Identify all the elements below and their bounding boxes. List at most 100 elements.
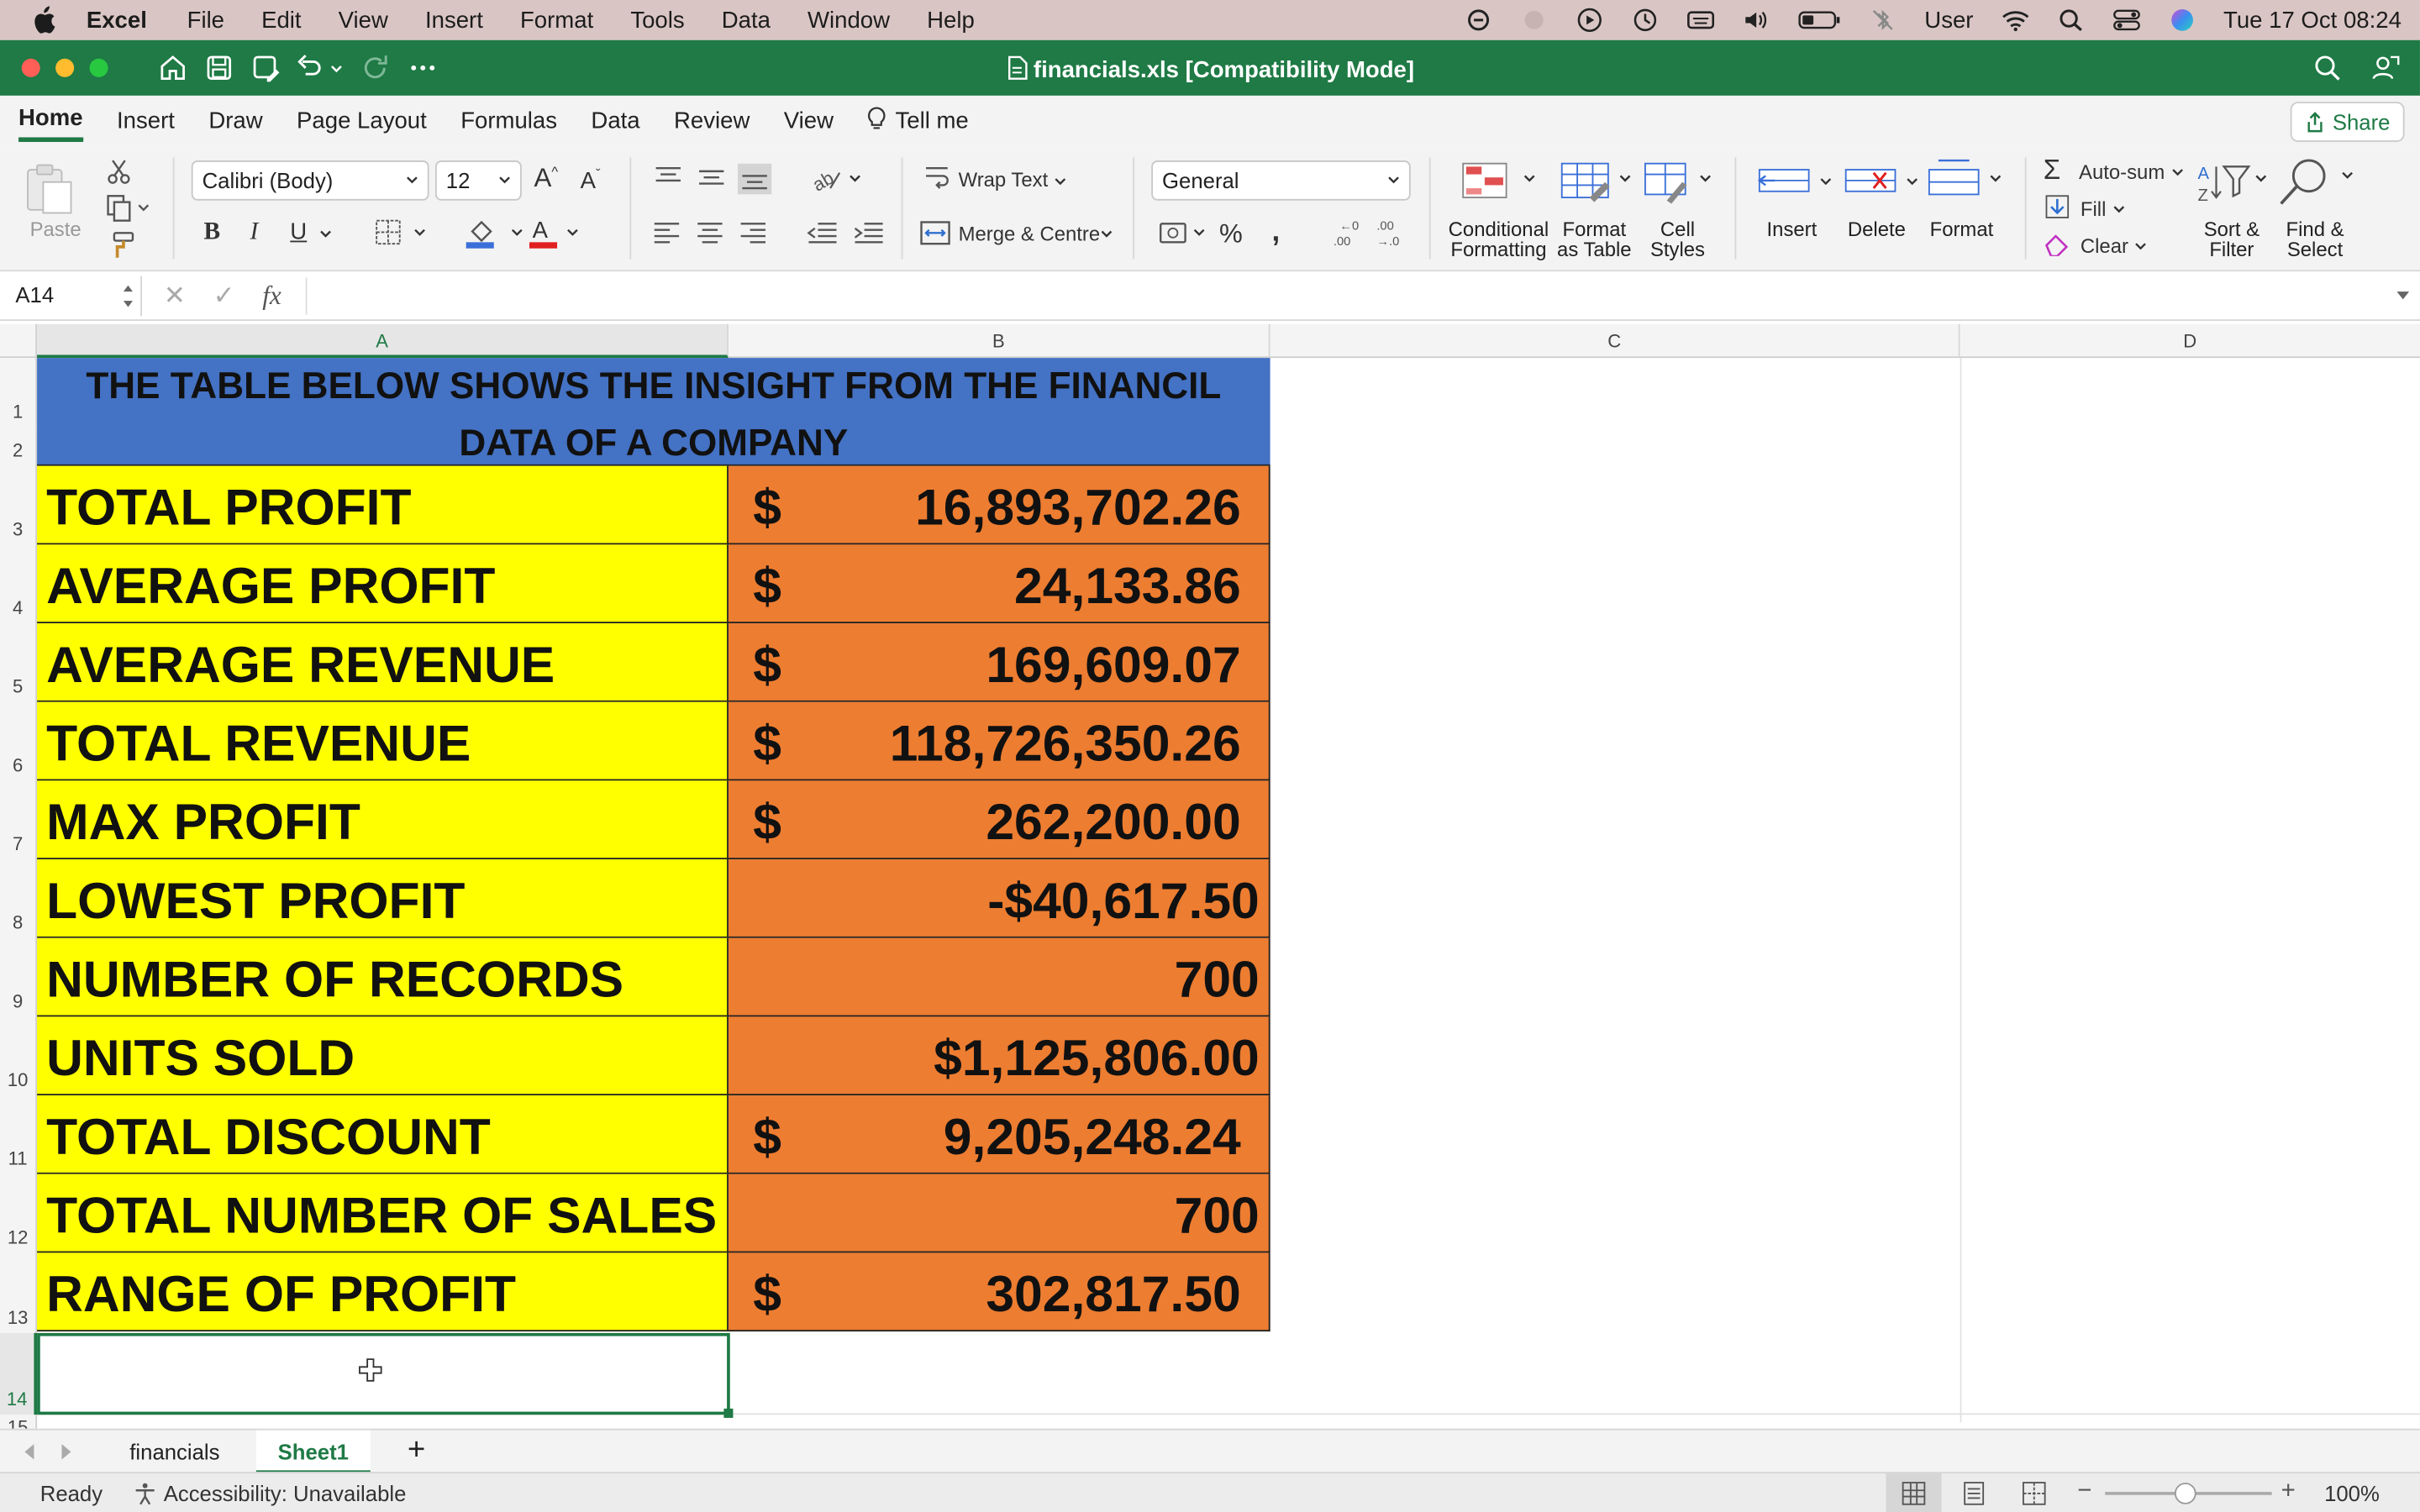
menubar-clock[interactable]: Tue 17 Oct 08:24 (2223, 7, 2402, 33)
menu-insert[interactable]: Insert (425, 7, 483, 33)
tab-page-layout[interactable]: Page Layout (297, 101, 427, 139)
value-cell[interactable]: 700 (728, 1173, 1270, 1253)
orientation-icon[interactable]: ab (808, 164, 864, 195)
format-as-table-icon[interactable] (1559, 160, 1636, 203)
row-header[interactable]: 2 (0, 427, 38, 466)
label-cell[interactable]: AVERAGE PROFIT (37, 544, 729, 624)
decimal-places-icons[interactable]: ←0.00.00→.0 (1330, 216, 1411, 249)
wrap-text-icon[interactable] (923, 164, 950, 192)
comma-style-icon[interactable]: , (1271, 216, 1280, 249)
value-cell[interactable]: $16,893,702.26 (728, 465, 1270, 545)
tab-formulas[interactable]: Formulas (460, 101, 557, 139)
row-header[interactable]: 10 (0, 1016, 38, 1096)
menu-window[interactable]: Window (808, 7, 890, 33)
bold-icon[interactable]: B (203, 219, 220, 247)
label-cell[interactable]: TOTAL NUMBER OF SALES (37, 1173, 729, 1253)
percent-style-icon[interactable]: % (1219, 219, 1243, 250)
value-cell[interactable]: $169,609.07 (728, 623, 1270, 702)
zoom-out-button[interactable]: − (2077, 1478, 2091, 1506)
menubar-user[interactable]: User (1924, 7, 1973, 33)
battery-icon[interactable] (1798, 8, 1841, 32)
format-cells-label[interactable]: Format (1923, 219, 2001, 239)
confirm-entry-icon[interactable]: ✓ (213, 281, 234, 312)
column-header-c[interactable]: C (1270, 323, 1960, 359)
conditional-formatting-icon[interactable] (1460, 160, 1541, 201)
number-format-select[interactable]: General (1151, 160, 1411, 201)
name-box-stepper-icon[interactable] (120, 281, 135, 312)
label-cell[interactable]: NUMBER OF RECORDS (37, 937, 729, 1017)
label-cell[interactable]: TOTAL PROFIT (37, 465, 729, 545)
font-size-select[interactable]: 12 (434, 160, 522, 201)
tab-view[interactable]: View (784, 101, 834, 139)
sheet-tab-sheet1[interactable]: Sheet1 (255, 1430, 371, 1474)
title-banner-cell[interactable]: THE TABLE BELOW SHOWS THE INSIGHT FROM T… (37, 358, 1270, 466)
zoom-slider-thumb[interactable] (2174, 1483, 2196, 1504)
page-break-view-icon[interactable] (2022, 1481, 2046, 1505)
select-all-corner[interactable] (0, 323, 38, 359)
row-header[interactable]: 15 (0, 1415, 38, 1429)
sheet-tab-financials[interactable]: financials (108, 1431, 242, 1473)
row-header[interactable]: 7 (0, 780, 38, 860)
sort-filter-icon[interactable]: AZ (2195, 160, 2272, 207)
insert-cells-label[interactable]: Insert (1756, 219, 1827, 239)
format-cells-icon[interactable] (1926, 157, 2007, 200)
spotlight-search-icon[interactable] (2057, 8, 2085, 32)
chevron-down-icon[interactable] (1099, 228, 1114, 241)
find-select-icon[interactable] (2275, 157, 2358, 207)
label-cell[interactable]: MAX PROFIT (37, 780, 729, 860)
row-header[interactable]: 4 (0, 544, 38, 624)
merge-centre-label[interactable]: Merge & Centre (959, 222, 1101, 245)
menu-tools[interactable]: Tools (630, 7, 684, 33)
indent-icons[interactable] (806, 219, 886, 247)
play-icon[interactable] (1576, 8, 1603, 33)
decrease-font-size-icon[interactable]: Aˇ (581, 166, 601, 194)
sort-filter-label[interactable]: Sort & Filter (2195, 219, 2269, 260)
format-painter-icon[interactable] (105, 232, 136, 260)
expand-formula-bar-icon[interactable] (2396, 290, 2411, 302)
merge-centre-icon[interactable] (920, 219, 951, 247)
row-header[interactable]: 11 (0, 1095, 38, 1174)
autosum-label[interactable]: Auto-sum (2079, 160, 2165, 184)
label-cell[interactable]: TOTAL DISCOUNT (37, 1095, 729, 1174)
normal-view-button[interactable] (1886, 1473, 1942, 1512)
cell-styles-label[interactable]: Cell Styles (1636, 219, 1719, 260)
creative-cloud-icon[interactable] (1465, 8, 1492, 32)
row-header[interactable]: 6 (0, 701, 38, 781)
horizontal-align-icons[interactable] (651, 219, 775, 247)
label-cell[interactable]: RANGE OF PROFIT (37, 1252, 729, 1332)
paste-icon[interactable] (22, 160, 77, 216)
apple-logo-icon[interactable] (31, 6, 55, 34)
wrap-text-label[interactable]: Wrap Text (959, 168, 1049, 192)
menu-data[interactable]: Data (722, 7, 771, 33)
selected-cell-a14[interactable] (37, 1332, 734, 1418)
share-button[interactable]: Share (2290, 102, 2405, 142)
tab-insert[interactable]: Insert (117, 101, 175, 139)
chevron-down-icon[interactable] (2112, 203, 2127, 216)
value-cell[interactable]: $1,125,806.00 (728, 1016, 1270, 1096)
value-cell[interactable]: $118,726,350.26 (728, 701, 1270, 781)
row-header[interactable]: 5 (0, 623, 38, 702)
add-sheet-button[interactable]: + (386, 1431, 447, 1473)
column-header-a[interactable]: A (37, 323, 729, 359)
underline-dropdown-icon[interactable] (318, 228, 333, 241)
row-header[interactable]: 8 (0, 859, 38, 938)
value-cell[interactable]: $262,200.00 (728, 780, 1270, 860)
status-accessibility[interactable]: Accessibility: Unavailable (164, 1481, 407, 1505)
label-cell[interactable]: UNITS SOLD (37, 1016, 729, 1096)
insert-cells-icon[interactable] (1756, 164, 1837, 201)
fill-down-icon[interactable] (2044, 194, 2071, 218)
label-cell[interactable]: TOTAL REVENUE (37, 701, 729, 781)
value-cell[interactable]: $302,817.50 (728, 1252, 1270, 1332)
value-cell[interactable]: 700 (728, 937, 1270, 1017)
row-header[interactable]: 9 (0, 937, 38, 1017)
vertical-align-icons[interactable] (651, 163, 772, 195)
row-header[interactable]: 13 (0, 1252, 38, 1333)
font-name-select[interactable]: Calibri (Body) (191, 160, 429, 201)
column-header-d[interactable]: D (1960, 323, 2420, 359)
fill-color-icon[interactable] (463, 216, 528, 249)
control-center-icon[interactable] (2112, 8, 2140, 32)
siri-icon[interactable] (2168, 8, 2196, 32)
value-cell[interactable]: -$40,617.50 (728, 859, 1270, 938)
row-header[interactable]: 12 (0, 1173, 38, 1253)
account-icon[interactable] (2370, 52, 2402, 83)
